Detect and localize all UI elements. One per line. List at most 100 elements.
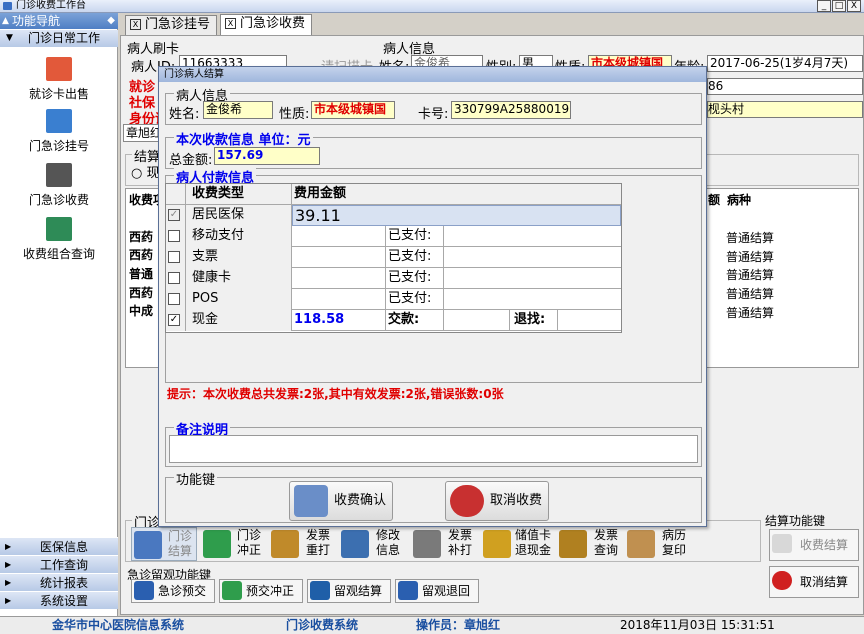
nav-bottom-settings[interactable]: ▶ 系统设置 [0,591,118,609]
btn-label: 留观结算 [334,584,383,598]
nav-bottom-work-query[interactable]: ▶ 工作查询 [0,555,118,573]
mobile-checkbox[interactable] [168,230,180,242]
nav-bottom-label: 医保信息 [40,540,89,554]
settle-keys-group-title: 结算功能键 [765,514,826,528]
tab-charge[interactable]: X 门急诊收费 [220,14,312,36]
cancel-icon [772,571,792,590]
total-amount-label: 总金额: [169,153,213,168]
nav-group-daily-work[interactable]: ▼ 门诊日常工作 [0,30,118,47]
clinic-reverse-button[interactable]: 门诊 冲正 [201,527,265,561]
pay-type: 支票 [186,247,292,268]
insurance-amount-field[interactable]: 39.11 [292,205,621,226]
health-card-checkbox[interactable] [168,272,180,284]
nav-item-label: 门急诊收费 [28,193,89,207]
invoice-supplement-print-button[interactable]: 发票 补打 [411,527,477,561]
search-icon [559,530,587,558]
total-amount-field[interactable]: 157.69 [214,147,320,165]
header-type: 收费类型 [186,184,292,205]
close-tab-icon[interactable]: X [225,18,236,29]
header-amount: 费用金额 [294,186,347,201]
status-system: 门诊收费系统 [286,618,359,632]
mobile-paid-field[interactable] [444,226,621,247]
health-card-paid-field[interactable] [444,268,621,289]
bg-col-disease: 病种 [727,193,752,207]
pos-amount-field[interactable] [292,289,386,310]
settle-radio[interactable]: ○ 现 [131,162,160,181]
dialog-card-field[interactable]: 330799A25880019 [451,101,571,119]
observe-return-button[interactable]: 留观退回 [395,579,479,603]
close-tab-icon[interactable]: X [130,19,141,30]
bg-age-field[interactable]: 2017-06-25(1岁4月7天) [707,55,863,72]
paid-label: 已支付: [386,226,444,247]
nav-item-card-sale[interactable]: 就诊卡出售 [0,57,118,102]
edit-info-button[interactable]: 修改 信息 [339,527,405,561]
insurance-checkbox[interactable]: ✓ [168,209,180,221]
change-field[interactable] [558,310,621,331]
emergency-prepay-button[interactable]: 急诊预交 [131,579,215,603]
paid-label: 已支付: [386,289,444,310]
window-title: 门诊收费工作台 [16,0,86,11]
check-amount-field[interactable] [292,247,386,268]
pos-checkbox[interactable] [168,293,180,305]
check-checkbox[interactable] [168,251,180,263]
dialog-name-label: 姓名: [169,107,200,122]
left-navigation: ▲ 功能导航 ◆ ▼ 门诊日常工作 就诊卡出售 门急诊挂号 门急诊收费 收费组合… [0,13,118,634]
check-cell: ✓ [166,205,186,226]
btn-line2: 结算 [167,544,192,558]
pin-icon[interactable]: ◆ [107,13,115,29]
nav-bottom-label: 统计报表 [40,576,89,590]
charge-settle-button[interactable]: 收费结算 [769,529,859,561]
remark-textarea[interactable] [169,435,698,463]
record-copy-button[interactable]: 病历 复印 [625,527,691,561]
cancel-charge-button[interactable]: 取消收费 [445,481,549,521]
btn-label: 取消收费 [490,493,543,508]
minimize-button[interactable]: _ [817,0,831,12]
cash-checkbox[interactable]: ✓ [168,314,180,326]
mobile-amount-field[interactable] [292,226,386,247]
nav-item-register[interactable]: 门急诊挂号 [0,109,118,154]
cancel-settle-button[interactable]: 取消结算 [769,566,859,598]
cash-paid-field[interactable] [444,310,510,331]
nav-header: ▲ 功能导航 ◆ [0,13,118,29]
tab-register[interactable]: X 门急诊挂号 [125,15,217,35]
confirm-charge-button[interactable]: 收费确认 [289,481,393,521]
dialog-title: 门诊病人结算 [164,69,224,80]
nav-item-charge[interactable]: 门急诊收费 [0,163,118,208]
btn-line1: 发票 [593,528,618,542]
close-button[interactable]: X [847,0,861,12]
card-group-title: 病人刷卡 [127,42,180,57]
prepay-reverse-button[interactable]: 预交冲正 [219,579,303,603]
cash-register-icon [46,163,72,187]
invoice-query-button[interactable]: 发票 查询 [557,527,623,561]
status-bar: 金华市中心医院信息系统 门诊收费系统 操作员：章旭红 2018年11月03日 1… [0,616,864,634]
pos-paid-field[interactable] [444,289,621,310]
expand-icon: ▶ [5,578,12,587]
btn-line2: 重打 [305,543,330,557]
cash-amount-field[interactable]: 118.58 [292,310,386,331]
pay-row-cash: ✓ 现金 118.58 交款: 退找: [166,310,621,331]
stored-card-refund-button[interactable]: 储值卡 退现金 [481,527,553,561]
invoice-reprint-button[interactable]: 发票 重打 [269,527,335,561]
nav-item-label: 门急诊挂号 [28,139,89,153]
observe-settle-button[interactable]: 留观结算 [307,579,391,603]
btn-label: 取消结算 [800,575,849,589]
query-icon [46,217,72,241]
bg-address-field[interactable]: 枧头村 [707,101,863,118]
nav-bottom-reports[interactable]: ▶ 统计报表 [0,573,118,591]
check-cell [166,226,186,247]
check-paid-field[interactable] [444,247,621,268]
settle-icon [134,531,162,559]
register-icon [46,109,72,133]
bg-phone-field[interactable]: 86 [707,78,863,95]
collapse-arrow-icon[interactable]: ▲ [2,13,9,29]
btn-label: 急诊预交 [158,584,207,598]
nav-bottom-insurance[interactable]: ▶ 医保信息 [0,537,118,555]
dialog-name-field[interactable]: 金俊希 [203,101,273,119]
bg-row-item: 西药 [129,248,154,262]
btn-line1: 门诊 [236,528,261,542]
maximize-button[interactable]: □ [832,0,846,12]
health-card-amount-field[interactable] [292,268,386,289]
dialog-nature-field[interactable]: 市本级城镇国 [311,101,395,119]
clinic-settle-button[interactable]: 门诊 结算 [131,527,197,561]
nav-item-query[interactable]: 收费组合查询 [0,217,118,262]
